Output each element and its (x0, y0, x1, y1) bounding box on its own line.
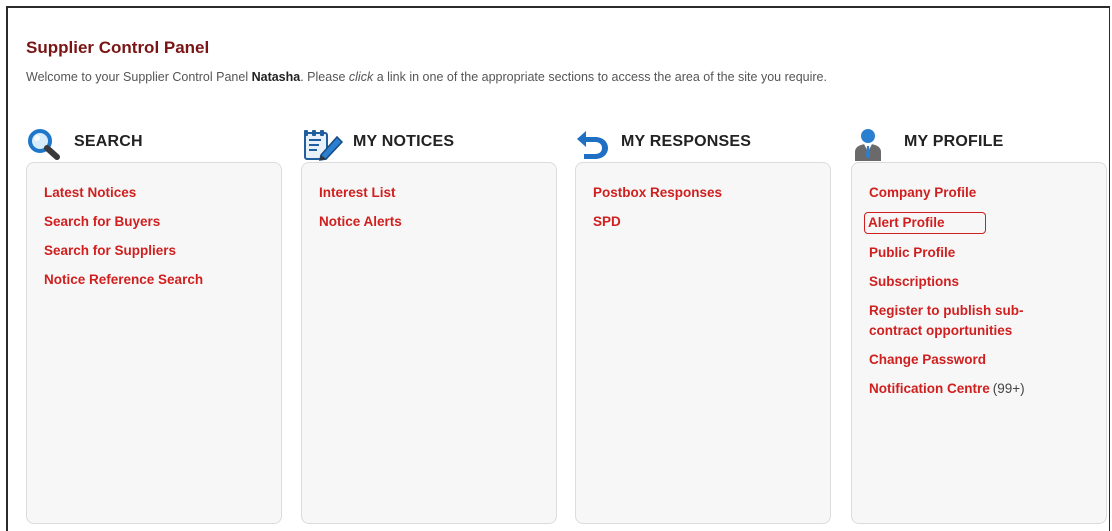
my-profile-heading: MY PROFILE (904, 133, 1004, 150)
alert-profile-highlight: Alert Profile (864, 212, 986, 234)
my-responses-section: MY RESPONSES Postbox Responses SPD (575, 128, 837, 524)
notification-count-badge: (99+) (992, 381, 1025, 396)
search-heading: SEARCH (74, 133, 143, 150)
change-password-link[interactable]: Change Password (869, 352, 986, 367)
welcome-message: Welcome to your Supplier Control Panel N… (26, 70, 827, 84)
search-section-header: SEARCH (26, 128, 288, 162)
my-profile-section-header: MY PROFILE (851, 128, 1112, 162)
my-notices-panel: Interest List Notice Alerts (301, 162, 557, 524)
my-notices-section-header: MY NOTICES (301, 128, 563, 162)
postbox-responses-link[interactable]: Postbox Responses (593, 185, 722, 200)
page-title: Supplier Control Panel (26, 38, 210, 57)
notice-alerts-link[interactable]: Notice Alerts (319, 214, 402, 229)
my-notices-heading: MY NOTICES (353, 133, 455, 150)
latest-notices-link[interactable]: Latest Notices (44, 185, 136, 200)
notice-reference-search-link[interactable]: Notice Reference Search (44, 272, 203, 287)
notification-centre-link[interactable]: Notification Centre (869, 381, 990, 396)
my-responses-section-header: MY RESPONSES (575, 128, 837, 162)
reply-arrow-icon (577, 131, 608, 159)
edit-notepad-icon (304, 130, 344, 161)
search-for-buyers-link[interactable]: Search for Buyers (44, 214, 160, 229)
register-subcontract-link[interactable]: Register to publish sub-contract opportu… (869, 301, 1069, 341)
public-profile-link[interactable]: Public Profile (869, 245, 955, 260)
spd-link[interactable]: SPD (593, 214, 621, 229)
my-profile-section: MY PROFILE Company Profile Alert Profile… (851, 128, 1112, 524)
search-for-suppliers-link[interactable]: Search for Suppliers (44, 243, 176, 258)
my-notices-section: MY NOTICES Interest List Notice Alerts (301, 128, 563, 524)
subscriptions-link[interactable]: Subscriptions (869, 274, 959, 289)
my-responses-panel: Postbox Responses SPD (575, 162, 831, 524)
my-responses-heading: MY RESPONSES (621, 133, 752, 150)
company-profile-link[interactable]: Company Profile (869, 185, 976, 200)
search-panel: Latest Notices Search for Buyers Search … (26, 162, 282, 524)
alert-profile-link[interactable]: Alert Profile (868, 215, 945, 230)
search-section: SEARCH Latest Notices Search for Buyers … (26, 128, 288, 524)
user-name: Natasha (251, 70, 301, 84)
magnifier-icon (28, 129, 60, 160)
user-profile-icon (855, 129, 881, 161)
interest-list-link[interactable]: Interest List (319, 185, 396, 200)
my-profile-panel: Company Profile Alert Profile Public Pro… (851, 162, 1107, 524)
